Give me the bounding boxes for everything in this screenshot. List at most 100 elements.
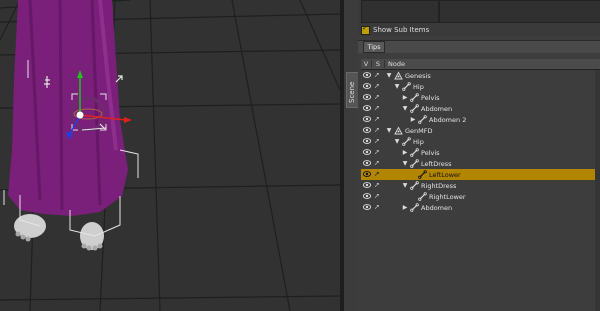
selectable-arrow-icon[interactable]: ➚ [374,93,382,101]
selectable-arrow-icon[interactable]: ➚ [374,137,382,145]
collapse-triangle-icon[interactable]: ▼ [386,72,392,79]
visibility-eye-icon[interactable] [363,204,371,210]
tree-node: ▼ Genesis [386,70,431,81]
bone-icon [410,93,419,102]
selectable-arrow-icon[interactable]: ➚ [374,115,382,123]
tree-row[interactable]: ➚ ▼ Hip [361,81,600,92]
show-sub-items-label: Show Sub Items [373,26,430,34]
visibility-eye-icon[interactable] [363,83,371,89]
selectable-arrow-icon[interactable]: ➚ [374,82,382,90]
visibility-eye-icon[interactable] [363,193,371,199]
selectable-arrow-icon[interactable]: ➚ [374,104,382,112]
tree-node-label: LeftLower [429,170,461,179]
tree-row[interactable]: ➚ ▼ GenMFD [361,125,600,136]
tree-node: ▶ Abdomen 2 [410,114,466,125]
tree-row[interactable]: ➚ ▶ Pelvis [361,92,600,103]
show-sub-items-option[interactable]: Show Sub Items [361,24,429,36]
tree-row[interactable]: ➚ LeftLower [361,169,600,180]
tree-node-label: Hip [413,82,424,91]
visibility-eye-icon[interactable] [363,160,371,166]
tree-node-label: Hip [413,137,424,146]
bone-icon [410,159,419,168]
tree-node: ▼ Abdomen [402,103,452,114]
column-visible[interactable]: V [361,60,372,68]
tree-row[interactable]: ➚ ▶ Pelvis [361,147,600,158]
column-node[interactable]: Node [385,60,405,68]
tree-node-label: Genesis [405,71,431,80]
visibility-eye-icon[interactable] [363,116,371,122]
visibility-eye-icon[interactable] [363,72,371,78]
bone-icon [410,104,419,113]
visibility-eye-icon[interactable] [363,94,371,100]
visibility-eye-icon[interactable] [363,127,371,133]
upper-list-box[interactable] [361,0,439,23]
tree-row[interactable]: ➚ ▼ RightDress [361,180,600,191]
bone-icon [402,82,411,91]
tree-node-label: Pelvis [421,93,440,102]
collapse-triangle-icon[interactable]: ▼ [386,127,392,134]
selectable-arrow-icon[interactable]: ➚ [374,71,382,79]
tree-node: LeftLower [410,169,461,180]
tree-node-label: LeftDress [421,159,452,168]
collapse-triangle-icon[interactable]: ▼ [402,160,408,167]
tree-node: ▶ Pelvis [402,147,440,158]
tree-row[interactable]: ➚ ▼ Genesis [361,70,600,81]
bone-icon [418,192,427,201]
viewport-3d[interactable] [0,0,340,311]
visibility-eye-icon[interactable] [363,105,371,111]
collapse-triangle-icon[interactable]: ▼ [402,105,408,112]
selectable-arrow-icon[interactable]: ➚ [374,148,382,156]
expand-triangle-icon[interactable]: ▶ [402,149,408,156]
visibility-eye-icon[interactable] [363,182,371,188]
tree-node-label: RightLower [429,192,466,201]
bone-icon [410,148,419,157]
figure-icon [394,126,403,135]
bone-icon [418,115,427,124]
bone-icon [418,170,427,179]
bone-icon [410,181,419,190]
tree-node-label: Abdomen [421,203,453,212]
tab-scene-label: Scene [348,81,356,103]
tree-row[interactable]: ➚ ▼ Hip [361,136,600,147]
collapse-triangle-icon[interactable]: ▼ [402,182,408,189]
scene-tree: ➚ ▼ Genesis ➚ ▼ Hip ➚ ▶ Pelvis ➚ ▼ Abdomen ➚ ▶ Abdomen… [361,70,600,213]
upper-list-box-2[interactable] [439,0,600,23]
selectable-arrow-icon[interactable]: ➚ [374,126,382,134]
expand-triangle-icon[interactable]: ▶ [402,94,408,101]
figure-icon [394,71,403,80]
selectable-arrow-icon[interactable]: ➚ [374,170,382,178]
tree-row[interactable]: ➚ ▼ LeftDress [361,158,600,169]
tree-scrollbar[interactable] [595,70,600,311]
tree-node: ▼ Hip [394,81,424,92]
tree-node: ▼ GenMFD [386,125,433,136]
selectable-arrow-icon[interactable]: ➚ [374,192,382,200]
tree-node: ▼ Hip [394,136,424,147]
selectable-arrow-icon[interactable]: ➚ [374,203,382,211]
selectable-arrow-icon[interactable]: ➚ [374,181,382,189]
collapse-triangle-icon[interactable]: ▼ [394,83,400,90]
visibility-eye-icon[interactable] [363,138,371,144]
show-sub-items-checkbox[interactable] [361,24,370,35]
tree-row[interactable]: ➚ ▶ Abdomen [361,202,600,213]
visibility-eye-icon[interactable] [363,171,371,177]
visibility-eye-icon[interactable] [363,149,371,155]
expand-triangle-icon[interactable]: ▶ [410,116,416,123]
collapse-triangle-icon[interactable]: ▼ [394,138,400,145]
tree-row[interactable]: ➚ RightLower [361,191,600,202]
column-selectable[interactable]: S [372,60,385,68]
expand-triangle-icon[interactable]: ▶ [402,204,408,211]
pane-tab-column [344,0,358,311]
bone-icon [410,203,419,212]
tree-node: ▼ LeftDress [402,158,452,169]
viewport-scene [0,0,340,311]
tree-node: ▼ RightDress [402,180,456,191]
tree-row[interactable]: ➚ ▼ Abdomen [361,103,600,114]
tree-node: ▶ Pelvis [402,92,440,103]
tree-node-label: Abdomen 2 [429,115,467,124]
tree-node-label: Abdomen [421,104,453,113]
tree-node: RightLower [410,191,466,202]
tab-bar [358,40,600,53]
tab-tips[interactable]: Tips [363,41,385,53]
tree-row[interactable]: ➚ ▶ Abdomen 2 [361,114,600,125]
selectable-arrow-icon[interactable]: ➚ [374,159,382,167]
